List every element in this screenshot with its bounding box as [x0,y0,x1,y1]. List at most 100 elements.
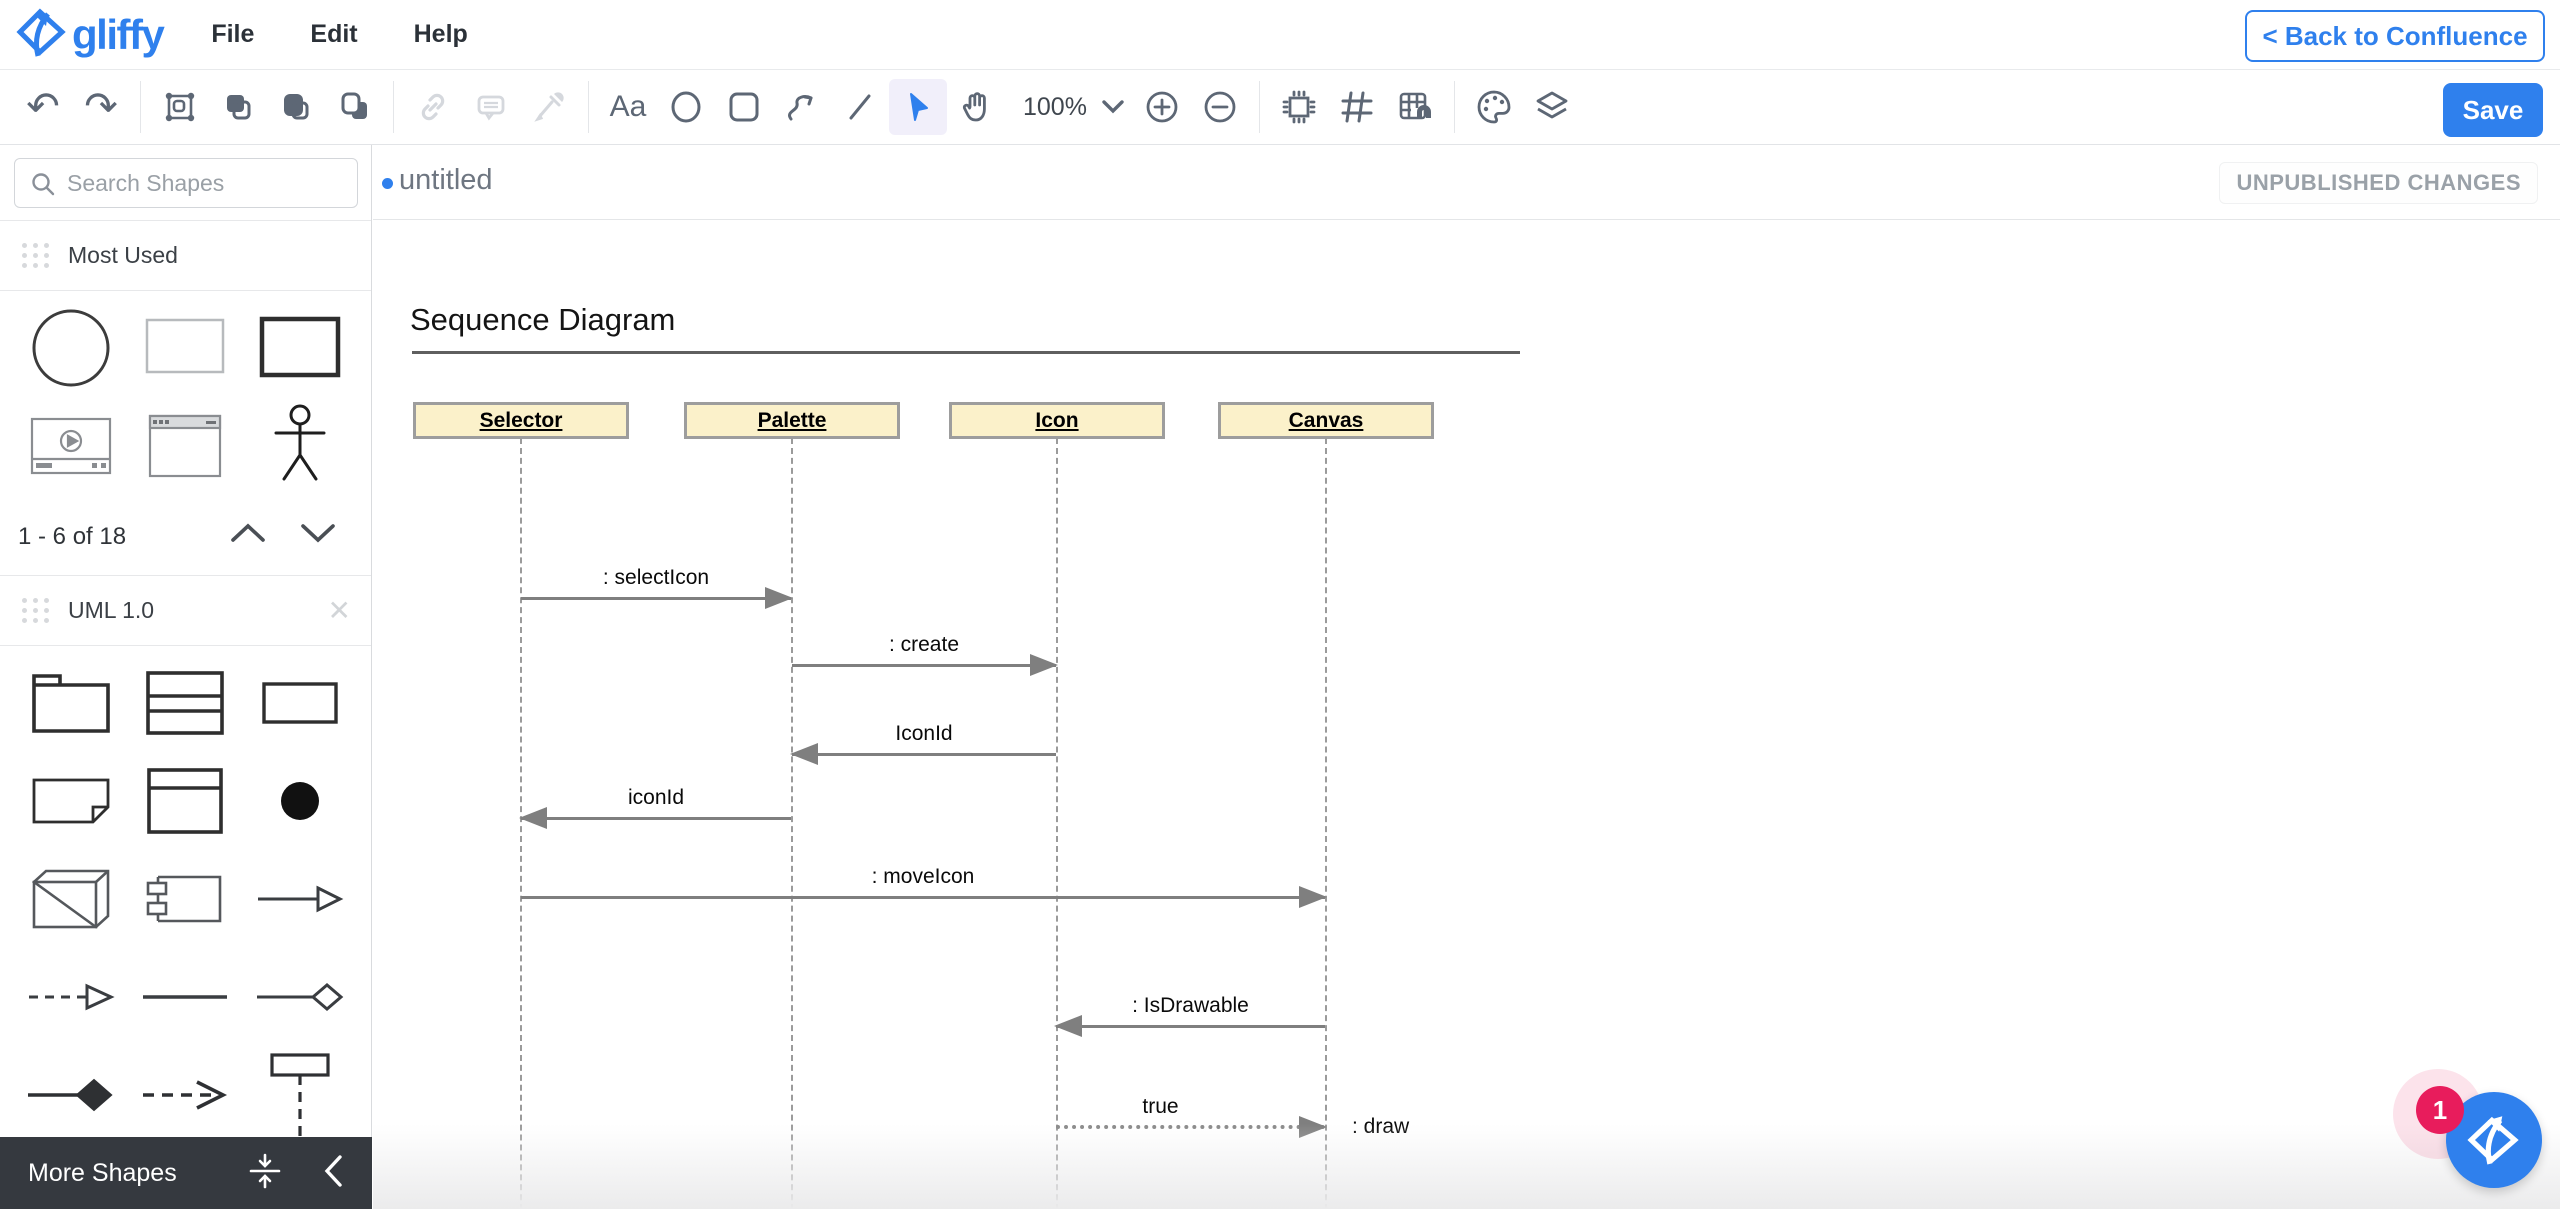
duplicate-icon[interactable] [325,79,383,135]
comment-icon[interactable] [462,79,520,135]
arrowhead-left-icon [519,807,547,829]
rectangle-tool-icon[interactable] [715,79,773,135]
grid-icon[interactable] [1328,79,1386,135]
more-shapes-label: More Shapes [28,1158,177,1187]
section-title: UML 1.0 [68,597,155,623]
text-tool-icon[interactable]: Aa [599,79,657,135]
link-icon[interactable] [404,79,462,135]
shape-uml-rectangle[interactable] [243,654,357,752]
theme-palette-icon[interactable] [1465,79,1523,135]
arrowhead-right-icon [1299,1116,1327,1138]
most-used-shapes [0,291,371,503]
zoom-dropdown-chevron-icon[interactable] [1093,79,1133,135]
toolbar-separator [1453,81,1455,133]
notification-badge[interactable]: 1 [2416,1086,2464,1134]
shape-uml-lifeline[interactable] [243,1046,357,1144]
section-header-uml[interactable]: UML 1.0 ✕ [0,576,371,646]
shape-actor[interactable] [243,397,357,495]
gliffy-editor: gliffy File Edit Help < Back to Confluen… [0,0,2560,1209]
sequence-diagram[interactable]: Sequence Diagram Selector Palette Icon C… [373,220,2560,1209]
shape-rectangle-bold[interactable] [243,299,357,397]
gliffy-logo: gliffy [16,4,165,65]
search-shapes-input[interactable] [14,158,358,208]
toolbar-separator [393,81,394,133]
pointer-tool-icon[interactable] [889,79,947,135]
lifeline-header-palette[interactable]: Palette [684,402,900,439]
redo-icon[interactable]: ↷ [72,79,130,135]
uml-shapes [0,646,371,1152]
gliffy-logo-icon [16,4,68,65]
shape-browser-window[interactable] [128,397,242,495]
toolbar-separator [588,81,589,133]
diagram-title[interactable]: Sequence Diagram [410,302,675,338]
shape-uml-start-node[interactable] [243,752,357,850]
section-header-most-used[interactable]: Most Used [0,221,371,291]
zoom-level-value[interactable]: 100% [1023,93,1087,122]
shape-circle[interactable] [14,299,128,397]
shape-arrow-dashed-hollow[interactable] [14,948,128,1046]
shape-uml-class[interactable] [128,654,242,752]
menu-edit[interactable]: Edit [310,20,357,49]
drag-handle-icon[interactable] [22,598,50,623]
shape-uml-node-3d[interactable] [14,850,128,948]
shape-uml-package[interactable] [14,654,128,752]
menu-bar: gliffy File Edit Help < Back to Confluen… [0,0,2560,70]
shape-rectangle-light[interactable] [128,299,242,397]
toolbar-separator [140,81,141,133]
shape-line-diamond-hollow[interactable] [243,948,357,1046]
lifeline-icon[interactable] [1056,438,1058,1209]
logo-wordmark: gliffy [72,10,165,58]
gliffy-fab-logo-icon [2466,1110,2522,1171]
pagination-label: 1 - 6 of 18 [18,523,127,550]
snap-to-grid-icon[interactable] [1386,79,1444,135]
message-draw-label[interactable]: : draw [1352,1115,1409,1139]
lifeline-header-selector[interactable]: Selector [413,402,629,439]
shape-uml-object[interactable] [128,752,242,850]
zoom-out-icon[interactable] [1191,79,1249,135]
lifeline-header-icon[interactable]: Icon [949,402,1165,439]
section-title: Most Used [68,242,178,268]
shape-uml-note[interactable] [14,752,128,850]
page-down-icon[interactable] [298,521,338,550]
toolbar-separator [1258,81,1260,133]
shape-arrow-dashed-open[interactable] [128,1046,242,1144]
page-up-icon[interactable] [228,521,268,550]
lifeline-header-canvas[interactable]: Canvas [1218,402,1434,439]
shape-line-diamond-filled[interactable] [14,1046,128,1144]
canvas-area[interactable]: untitled UNPUBLISHED CHANGES Sequence Di… [373,145,2560,1209]
fit-canvas-icon[interactable] [1270,79,1328,135]
undo-icon[interactable]: ↶ [14,79,72,135]
layers-icon[interactable] [1523,79,1581,135]
ellipse-tool-icon[interactable] [657,79,715,135]
group-select-icon[interactable] [151,79,209,135]
search-icon [30,171,56,202]
line-tool-icon[interactable] [831,79,889,135]
pan-tool-icon[interactable] [947,79,1005,135]
back-to-confluence-button[interactable]: < Back to Confluence [2245,10,2545,62]
collapse-sidebar-chevron-icon[interactable] [322,1154,344,1193]
collapse-panel-icon[interactable] [248,1153,282,1194]
connector-tool-icon[interactable] [773,79,831,135]
arrowhead-left-icon [1054,1015,1082,1037]
close-section-icon[interactable]: ✕ [328,594,351,627]
shape-video-player[interactable] [14,397,128,495]
lifeline-palette[interactable] [791,438,793,1209]
bring-forward-icon[interactable] [209,79,267,135]
drag-handle-icon[interactable] [22,243,50,268]
shape-line[interactable] [128,948,242,1046]
document-header: untitled UNPUBLISHED CHANGES [373,145,2560,220]
eyedropper-icon[interactable] [520,79,578,135]
menu-file[interactable]: File [211,20,254,49]
shape-arrow-solid[interactable] [243,850,357,948]
send-backward-icon[interactable] [267,79,325,135]
zoom-in-icon[interactable] [1133,79,1191,135]
menu-help[interactable]: Help [414,20,468,49]
shape-uml-component[interactable] [128,850,242,948]
lifeline-canvas[interactable] [1325,438,1327,1209]
document-title[interactable]: untitled [399,164,493,197]
save-button[interactable]: Save [2443,83,2543,137]
shape-library-sidebar: Most Used [0,145,372,1209]
arrowhead-right-icon [1299,886,1327,908]
more-shapes-bar[interactable]: More Shapes [0,1137,372,1209]
toolbar: ↶ ↷ Aa 100% Save [0,70,2560,145]
